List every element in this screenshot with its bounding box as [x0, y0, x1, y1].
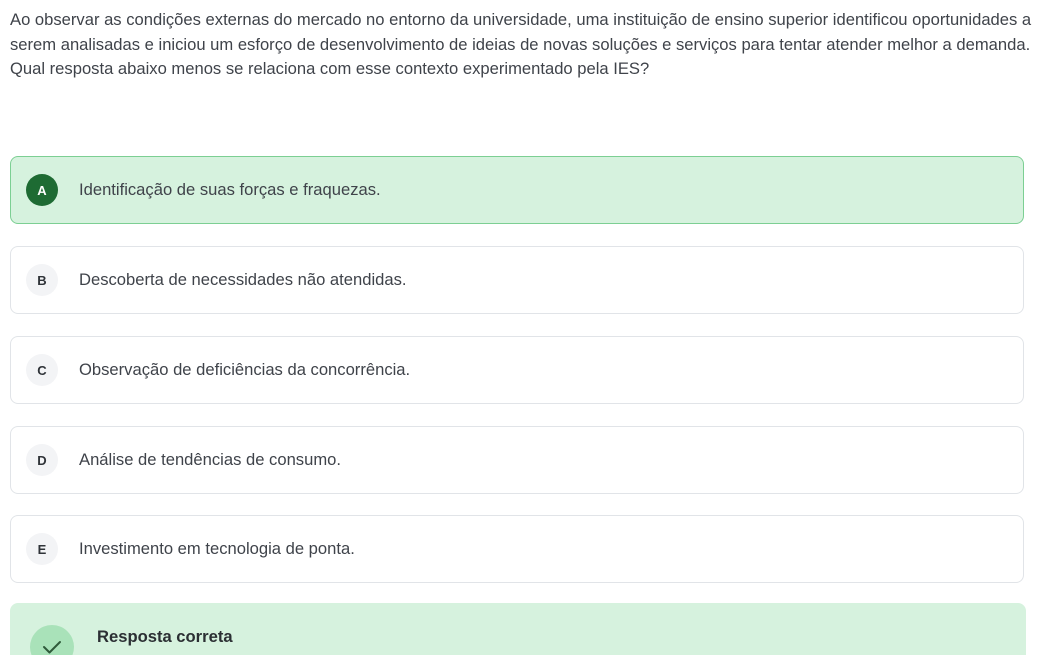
- question-text: Ao observar as condições externas do mer…: [10, 10, 1032, 78]
- option-letter-badge: B: [26, 264, 58, 296]
- option-text: Descoberta de necessidades não atendidas…: [79, 270, 407, 289]
- option-a[interactable]: A Identificação de suas forças e fraquez…: [10, 156, 1024, 224]
- option-d[interactable]: D Análise de tendências de consumo.: [10, 426, 1024, 494]
- option-letter-badge: A: [26, 174, 58, 206]
- option-text: Investimento em tecnologia de ponta.: [79, 539, 355, 558]
- option-text: Análise de tendências de consumo.: [79, 450, 341, 469]
- option-b[interactable]: B Descoberta de necessidades não atendid…: [10, 246, 1024, 314]
- check-icon: [30, 625, 74, 655]
- option-letter-badge: E: [26, 533, 58, 565]
- option-e[interactable]: E Investimento em tecnologia de ponta.: [10, 515, 1024, 583]
- option-c[interactable]: C Observação de deficiências da concorrê…: [10, 336, 1024, 404]
- option-letter-badge: C: [26, 354, 58, 386]
- result-title: Resposta correta: [97, 627, 233, 646]
- option-text: Identificação de suas forças e fraquezas…: [79, 180, 381, 199]
- option-text: Observação de deficiências da concorrênc…: [79, 360, 411, 379]
- question-page: Ao observar as condições externas do mer…: [0, 0, 1049, 655]
- option-letter-badge: D: [26, 444, 58, 476]
- correct-answer-banner: Resposta correta: [10, 603, 1026, 655]
